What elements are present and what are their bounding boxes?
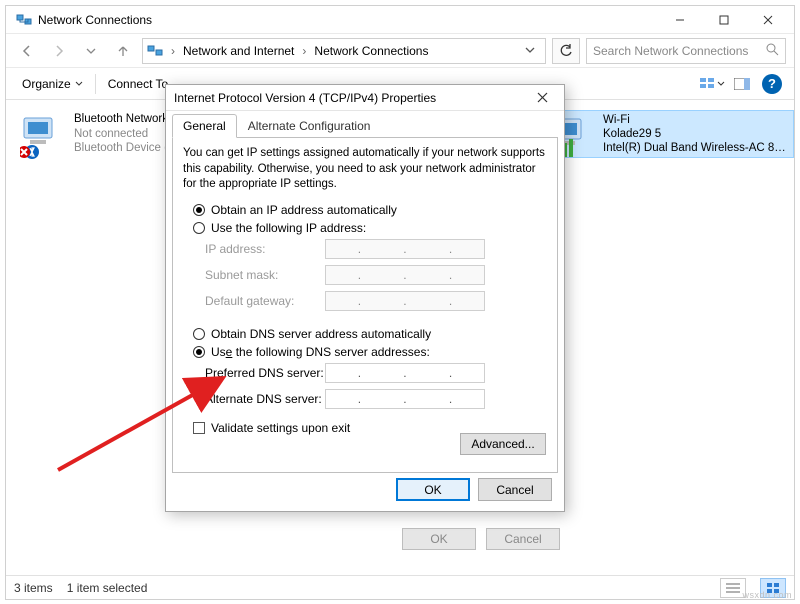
chevron-down-icon[interactable] <box>519 44 541 58</box>
radio-label: Obtain an IP address automatically <box>211 203 397 217</box>
organize-label: Organize <box>22 77 71 91</box>
address-bar: › Network and Internet › Network Connect… <box>6 34 794 68</box>
minimize-button[interactable] <box>658 6 702 34</box>
view-options-button[interactable] <box>698 72 726 96</box>
window-title: Network Connections <box>38 13 152 27</box>
separator <box>95 74 96 94</box>
ok-button[interactable]: OK <box>396 478 470 501</box>
checkbox-label: Validate settings upon exit <box>211 421 350 435</box>
cancel-button[interactable]: Cancel <box>478 478 552 501</box>
dialog-button-row: OK Cancel <box>396 478 552 501</box>
watermark: wsxdn.com <box>742 590 792 600</box>
radio-label: Use the following DNS server addresses: <box>211 345 430 359</box>
underlying-dialog-buttons: OK Cancel <box>402 528 560 550</box>
alternate-dns-field[interactable]: ... <box>325 389 485 409</box>
advanced-button[interactable]: Advanced... <box>460 433 546 455</box>
breadcrumb-segment[interactable]: Network and Internet <box>183 44 294 58</box>
ip-address-label: IP address: <box>205 242 325 256</box>
underlying-ok-button[interactable]: OK <box>402 528 476 550</box>
close-button[interactable] <box>746 6 790 34</box>
intro-text: You can get IP settings assigned automat… <box>183 146 547 193</box>
help-icon: ? <box>762 74 782 94</box>
breadcrumb[interactable]: › Network and Internet › Network Connect… <box>142 38 546 64</box>
nav-recent-button[interactable] <box>78 38 104 64</box>
radio-icon <box>193 222 205 234</box>
dns-fields-group: Preferred DNS server: ... Alternate DNS … <box>205 363 547 409</box>
radio-icon <box>193 328 205 340</box>
dialog-title: Internet Protocol Version 4 (TCP/IPv4) P… <box>174 91 436 105</box>
radio-icon <box>193 204 205 216</box>
ip-fields-group: IP address: ... Subnet mask: ... Default… <box>205 239 547 311</box>
default-gateway-label: Default gateway: <box>205 294 325 308</box>
chevron-down-icon <box>717 80 725 88</box>
nav-back-button[interactable] <box>14 38 40 64</box>
radio-obtain-ip-auto[interactable]: Obtain an IP address automatically <box>193 203 547 217</box>
search-placeholder: Search Network Connections <box>593 44 760 58</box>
maximize-button[interactable] <box>702 6 746 34</box>
connect-to-label: Connect To <box>108 77 169 91</box>
adapter-name: Wi-Fi <box>603 113 789 127</box>
network-connections-app-icon <box>16 12 32 28</box>
nav-up-button[interactable] <box>110 38 136 64</box>
status-selected-count: 1 item selected <box>67 581 148 595</box>
breadcrumb-segment[interactable]: Network Connections <box>314 44 428 58</box>
subnet-mask-label: Subnet mask: <box>205 268 325 282</box>
dialog-close-button[interactable] <box>528 87 556 109</box>
ip-address-field: ... <box>325 239 485 259</box>
radio-icon <box>193 346 205 358</box>
search-input[interactable]: Search Network Connections <box>586 38 786 64</box>
preview-pane-button[interactable] <box>728 72 756 96</box>
tab-alternate-configuration[interactable]: Alternate Configuration <box>237 114 382 138</box>
preferred-dns-label: Preferred DNS server: <box>205 366 325 380</box>
help-button[interactable]: ? <box>758 72 786 96</box>
breadcrumb-icon <box>147 43 163 59</box>
status-item-count: 3 items <box>14 581 53 595</box>
radio-obtain-dns-auto[interactable]: Obtain DNS server address automatically <box>193 327 547 341</box>
default-gateway-field: ... <box>325 291 485 311</box>
radio-label: Obtain DNS server address automatically <box>211 327 431 341</box>
tab-panel-general: You can get IP settings assigned automat… <box>172 137 558 473</box>
subnet-mask-field: ... <box>325 265 485 285</box>
radio-label: Use the following IP address: <box>211 221 366 235</box>
organize-menu[interactable]: Organize <box>14 73 91 95</box>
chevron-right-icon: › <box>298 44 310 58</box>
status-bar: 3 items 1 item selected <box>6 575 794 599</box>
tab-general[interactable]: General <box>172 114 237 138</box>
radio-use-following-ip[interactable]: Use the following IP address: <box>193 221 547 235</box>
tab-strip: General Alternate Configuration <box>166 113 564 137</box>
search-icon <box>766 43 779 59</box>
checkbox-icon <box>193 422 205 434</box>
dialog-titlebar[interactable]: Internet Protocol Version 4 (TCP/IPv4) P… <box>166 85 564 111</box>
chevron-right-icon: › <box>167 44 179 58</box>
refresh-button[interactable] <box>552 38 580 64</box>
alternate-dns-label: Alternate DNS server: <box>205 392 325 406</box>
nav-forward-button[interactable] <box>46 38 72 64</box>
adapter-device: Intel(R) Dual Band Wireless-AC 82... <box>603 141 789 155</box>
chevron-down-icon <box>75 80 83 88</box>
adapter-wifi[interactable]: Wi-Fi Kolade29 5 Intel(R) Dual Band Wire… <box>544 110 794 158</box>
preferred-dns-field[interactable]: ... <box>325 363 485 383</box>
ipv4-properties-dialog: Internet Protocol Version 4 (TCP/IPv4) P… <box>165 84 565 512</box>
radio-use-following-dns[interactable]: Use the following DNS server addresses: <box>193 345 547 359</box>
underlying-cancel-button[interactable]: Cancel <box>486 528 560 550</box>
adapter-ssid: Kolade29 5 <box>603 127 789 141</box>
titlebar[interactable]: Network Connections <box>6 6 794 34</box>
bluetooth-adapter-icon <box>20 112 68 160</box>
